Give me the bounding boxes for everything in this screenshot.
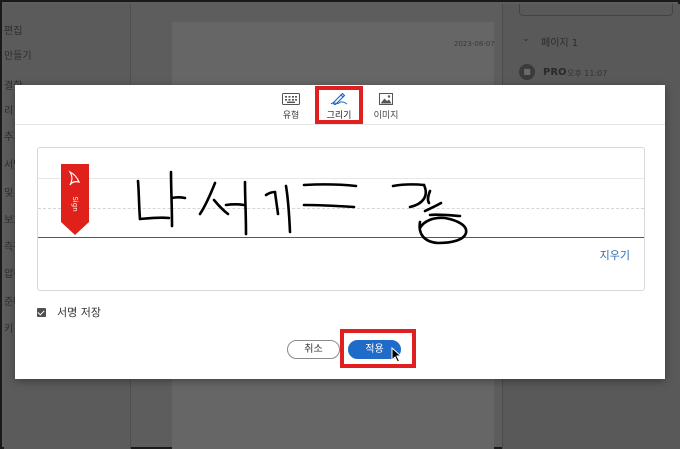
tool-item: 만들기 (4, 51, 32, 62)
signature-dialog: 유형 그리기 이미지 Sign 지우기 서명 저장 취소 적용 (15, 85, 665, 379)
sign-tag-label: Sign (71, 196, 79, 212)
save-signature-label: 서명 저장 (57, 306, 101, 319)
tab-image[interactable]: 이미지 (361, 89, 411, 123)
comment-input (519, 4, 673, 16)
clear-signature-button[interactable]: 지우기 (600, 247, 630, 263)
comment-time: 오후 11:07 (567, 69, 608, 78)
tab-image-label: 이미지 (373, 111, 399, 121)
save-signature-row: 서명 저장 (37, 305, 101, 319)
keyboard-icon (282, 93, 300, 105)
tab-type-label: 유형 (282, 111, 300, 121)
page-group-label: 페이지 1 (541, 38, 579, 49)
PRO-badge-icon: ■ (519, 64, 535, 80)
image-icon (379, 93, 393, 105)
mouse-pointer-icon (391, 347, 402, 363)
cancel-button[interactable]: 취소 (287, 340, 340, 359)
apply-button-highlight (340, 329, 416, 368)
draw-tab-highlight (315, 86, 363, 124)
drawn-signature (136, 170, 468, 245)
commenter-name: PRO (543, 67, 567, 78)
chevron-down-icon: ⌄ (522, 34, 530, 44)
signature-mode-tabs: 유형 그리기 이미지 (15, 85, 665, 125)
save-signature-checkbox[interactable] (37, 307, 46, 317)
tab-type[interactable]: 유형 (266, 89, 316, 123)
document-date: 2023-08-07 (454, 40, 495, 48)
tool-item: 편집 (4, 26, 23, 37)
signature-canvas[interactable]: Sign 지우기 (37, 147, 645, 291)
